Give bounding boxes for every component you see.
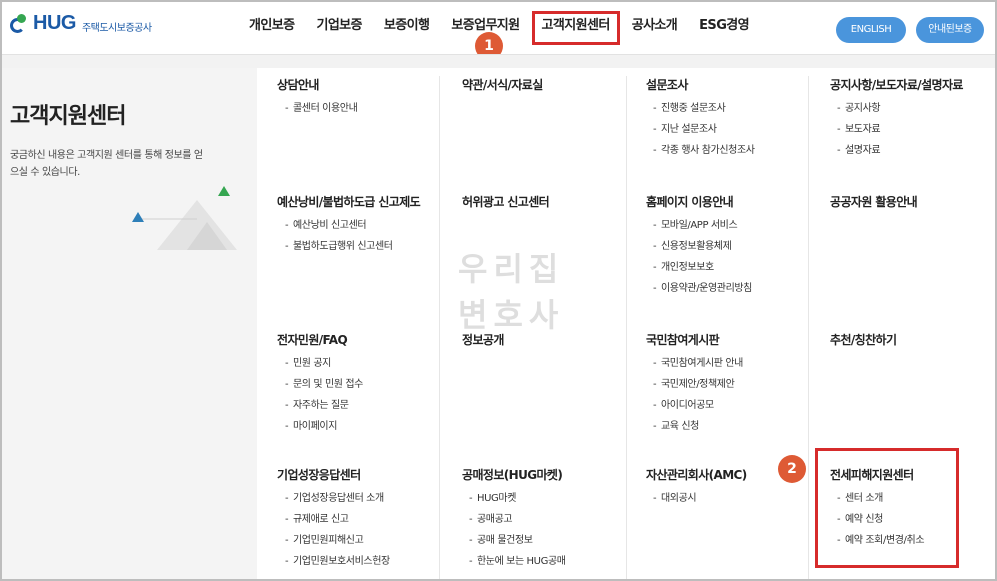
menu-head-public-board[interactable]: 국민참여게시판 [646, 331, 720, 348]
menu-head-notices[interactable]: 공지사항/보도자료/설명자료 [830, 76, 963, 93]
page-description: 궁금하신 내용은 고객지원 센터를 통해 정보를 얻으실 수 있습니다. [10, 150, 203, 178]
menu-item[interactable]: 국민제안/정책제안 [653, 374, 743, 395]
watermark: 우리집 변호사 [458, 246, 564, 338]
menu-list-corp-growth: 기업성장응답센터 소개 규제애로 신고 기업민원피해신고 기업민원보호서비스헌장 [285, 488, 390, 572]
menu-head-e-civil-faq[interactable]: 전자민원/FAQ [277, 331, 348, 348]
english-button[interactable]: ENGLISH [836, 17, 906, 43]
menu-item[interactable]: 신용정보활용체제 [653, 236, 752, 257]
menu-item[interactable]: 문의 및 민원 접수 [285, 374, 363, 395]
menu-head-amc[interactable]: 자산관리회사(AMC) [646, 466, 747, 483]
column-divider [808, 76, 809, 579]
menu-item[interactable]: 공매 물건정보 [469, 530, 566, 551]
menu-item[interactable]: 기업성장응답센터 소개 [285, 488, 390, 509]
step-badge-2: 2 [778, 455, 806, 483]
menu-list-survey: 진행중 설문조사 지난 설문조사 각종 행사 참가신청조사 [653, 98, 755, 161]
menu-item[interactable]: 국민참여게시판 안내 [653, 353, 743, 374]
nav-about[interactable]: 공사소개 [621, 2, 688, 54]
menu-item[interactable]: HUG마켓 [469, 488, 566, 509]
menu-item[interactable]: 콜센터 이용안내 [285, 98, 358, 119]
logo-subtitle: 주택도시보증공사 [81, 22, 152, 34]
nav-esg[interactable]: ESG경영 [688, 2, 760, 54]
menu-list-auction: HUG마켓 공매공고 공매 물건정보 한눈에 보는 HUG공매 [469, 488, 566, 572]
menu-item[interactable]: 지난 설문조사 [653, 119, 755, 140]
left-panel: 고객지원센터 궁금하신 내용은 고객지원 센터를 통해 정보를 얻으실 수 있습… [2, 68, 257, 579]
menu-head-survey[interactable]: 설문조사 [646, 76, 688, 93]
menu-list-amc: 대외공시 [653, 488, 697, 509]
menu-head-consultation[interactable]: 상담안내 [277, 76, 319, 93]
menu-list-e-civil-faq: 민원 공지 문의 및 민원 접수 자주하는 질문 마이페이지 [285, 353, 363, 437]
watermark-line2: 변호사 [458, 296, 565, 334]
menu-head-public-resource[interactable]: 공공자원 활용안내 [830, 193, 918, 210]
header-divider [2, 54, 995, 68]
menu-item[interactable]: 한눈에 보는 HUG공매 [469, 551, 566, 572]
menu-item[interactable]: 각종 행사 참가신청조사 [653, 140, 755, 161]
menu-list-public-board: 국민참여게시판 안내 국민제안/정책제안 아이디어공모 교육 신청 [653, 353, 743, 437]
menu-item[interactable]: 마이페이지 [285, 416, 363, 437]
menu-item[interactable]: 규제애로 신고 [285, 509, 390, 530]
highlight-box-jeonse [815, 448, 959, 568]
menu-item[interactable]: 대외공시 [653, 488, 697, 509]
menu-item[interactable]: 예산낭비 신고센터 [285, 215, 393, 236]
menu-item[interactable]: 기업민원보호서비스헌장 [285, 551, 390, 572]
column-divider [439, 76, 440, 579]
menu-list-site-guide: 모바일/APP 서비스 신용정보활용체제 개인정보보호 이용약관/운영관리방침 [653, 215, 752, 299]
menu-item[interactable]: 교육 신청 [653, 416, 743, 437]
menu-item[interactable]: 보도자료 [837, 119, 881, 140]
menu-head-site-guide[interactable]: 홈페이지 이용안내 [646, 193, 734, 210]
menu-item[interactable]: 불법하도급행위 신고센터 [285, 236, 393, 257]
menu-item[interactable]: 공지사항 [837, 98, 881, 119]
watermark-line1: 우리집 [458, 250, 565, 288]
menu-item[interactable]: 공매공고 [469, 509, 566, 530]
menu-head-false-ad[interactable]: 허위광고 신고센터 [462, 193, 550, 210]
menu-item[interactable]: 민원 공지 [285, 353, 363, 374]
menu-list-budget-report: 예산낭비 신고센터 불법하도급행위 신고센터 [285, 215, 393, 257]
menu-item[interactable]: 진행중 설문조사 [653, 98, 755, 119]
menu-item[interactable]: 이용약관/운영관리방침 [653, 278, 752, 299]
nav-personal-guarantee[interactable]: 개인보증 [238, 2, 305, 54]
page-title: 고객지원센터 [10, 104, 126, 129]
menu-head-auction[interactable]: 공매정보(HUG마켓) [462, 466, 563, 483]
menu-list-consultation: 콜센터 이용안내 [285, 98, 358, 119]
menu-item[interactable]: 설명자료 [837, 140, 881, 161]
menu-head-corp-growth[interactable]: 기업성장응답센터 [277, 466, 361, 483]
nav-guarantee-fulfillment[interactable]: 보증이행 [373, 2, 440, 54]
guarantee-guide-button[interactable]: 안내된보증 [916, 17, 984, 43]
menu-item[interactable]: 자주하는 질문 [285, 395, 363, 416]
menu-item[interactable]: 모바일/APP 서비스 [653, 215, 752, 236]
hug-logo-icon [8, 13, 30, 35]
nav-customer-center[interactable]: 고객지원센터 [531, 2, 621, 54]
menu-item[interactable]: 개인정보보호 [653, 257, 752, 278]
menu-item[interactable]: 아이디어공모 [653, 395, 743, 416]
site-logo[interactable]: HUG 주택도시보증공사 [8, 12, 152, 35]
menu-head-terms-forms[interactable]: 약관/서식/자료실 [462, 76, 543, 93]
column-divider [626, 76, 627, 579]
menu-head-budget-report[interactable]: 예산낭비/불법하도급 신고제도 [277, 193, 421, 210]
menu-head-recommend[interactable]: 추천/칭찬하기 [830, 331, 897, 348]
screenshot-frame: HUG 주택도시보증공사 개인보증 기업보증 보증이행 보증업무지원 고객지원센… [0, 0, 997, 581]
highlight-box-nav [531, 11, 620, 45]
menu-list-notices: 공지사항 보도자료 설명자료 [837, 98, 881, 161]
logo-text: HUG [33, 12, 76, 34]
menu-item[interactable]: 기업민원피해신고 [285, 530, 390, 551]
decorative-triangles-icon [132, 186, 237, 250]
nav-corporate-guarantee[interactable]: 기업보증 [305, 2, 372, 54]
